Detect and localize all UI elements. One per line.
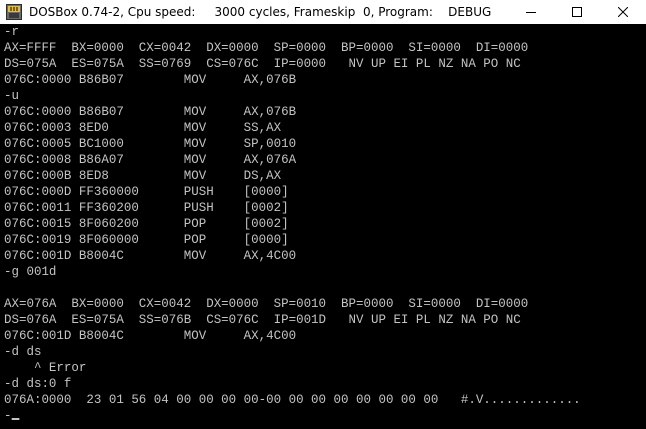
- console-line: 076A:0000 23 01 56 04 00 00 00 00-00 00 …: [4, 392, 581, 407]
- text-cursor: [11, 418, 20, 420]
- console-line: 076C:000D FF360000 PUSH [0000]: [4, 184, 289, 199]
- console-line: 076C:0011 FF360200 PUSH [0002]: [4, 200, 289, 215]
- console-line: -u: [4, 88, 19, 103]
- console-line: -d ds: [4, 344, 42, 359]
- console-line: 076C:0019 8F060000 POP [0000]: [4, 232, 289, 247]
- console-screen[interactable]: -r AX=FFFF BX=0000 CX=0042 DX=0000 SP=00…: [1, 24, 645, 428]
- console-line: 076C:0003 8ED0 MOV SS,AX: [4, 120, 282, 135]
- close-icon: [618, 7, 628, 17]
- console-prompt: -: [4, 408, 12, 423]
- console-line: -d ds:0 f: [4, 376, 72, 391]
- console-line: 076C:001D B8004C MOV AX,4C00: [4, 328, 297, 343]
- minimize-icon: [526, 12, 536, 13]
- console-prompt-line[interactable]: -: [4, 408, 20, 424]
- console-line: 076C:0000 B86B07 MOV AX,076B: [4, 72, 297, 87]
- dosbox-icon: [6, 4, 22, 20]
- minimize-button[interactable]: [508, 0, 554, 24]
- console-line: 076C:001D B8004C MOV AX,4C00: [4, 248, 297, 263]
- close-button[interactable]: [600, 0, 646, 24]
- console-line: ^ Error: [4, 360, 87, 375]
- console-line: -r: [4, 24, 19, 39]
- console-line: AX=FFFF BX=0000 CX=0042 DX=0000 SP=0000 …: [4, 40, 529, 55]
- window-title: DOSBox 0.74-2, Cpu speed: 3000 cycles, F…: [29, 5, 492, 19]
- console-line: 076C:000B 8ED8 MOV DS,AX: [4, 168, 282, 183]
- console-line: AX=076A BX=0000 CX=0042 DX=0000 SP=0010 …: [4, 296, 529, 311]
- dosbox-window: DOSBox 0.74-2, Cpu speed: 3000 cycles, F…: [0, 0, 646, 429]
- console-line: 076C:0008 B86A07 MOV AX,076A: [4, 152, 297, 167]
- console-line: 076C:0015 8F060200 POP [0002]: [4, 216, 289, 231]
- console-line: -g 001d: [4, 264, 57, 279]
- console-line: 076C:0000 B86B07 MOV AX,076B: [4, 104, 297, 119]
- title-bar[interactable]: DOSBox 0.74-2, Cpu speed: 3000 cycles, F…: [0, 0, 646, 24]
- console-line: DS=075A ES=075A SS=0769 CS=076C IP=0000 …: [4, 56, 521, 71]
- maximize-icon: [572, 7, 582, 17]
- window-controls: [508, 0, 646, 24]
- console-line: DS=076A ES=075A SS=076B CS=076C IP=001D …: [4, 312, 521, 327]
- maximize-button[interactable]: [554, 0, 600, 24]
- console-line: 076C:0005 BC1000 MOV SP,0010: [4, 136, 297, 151]
